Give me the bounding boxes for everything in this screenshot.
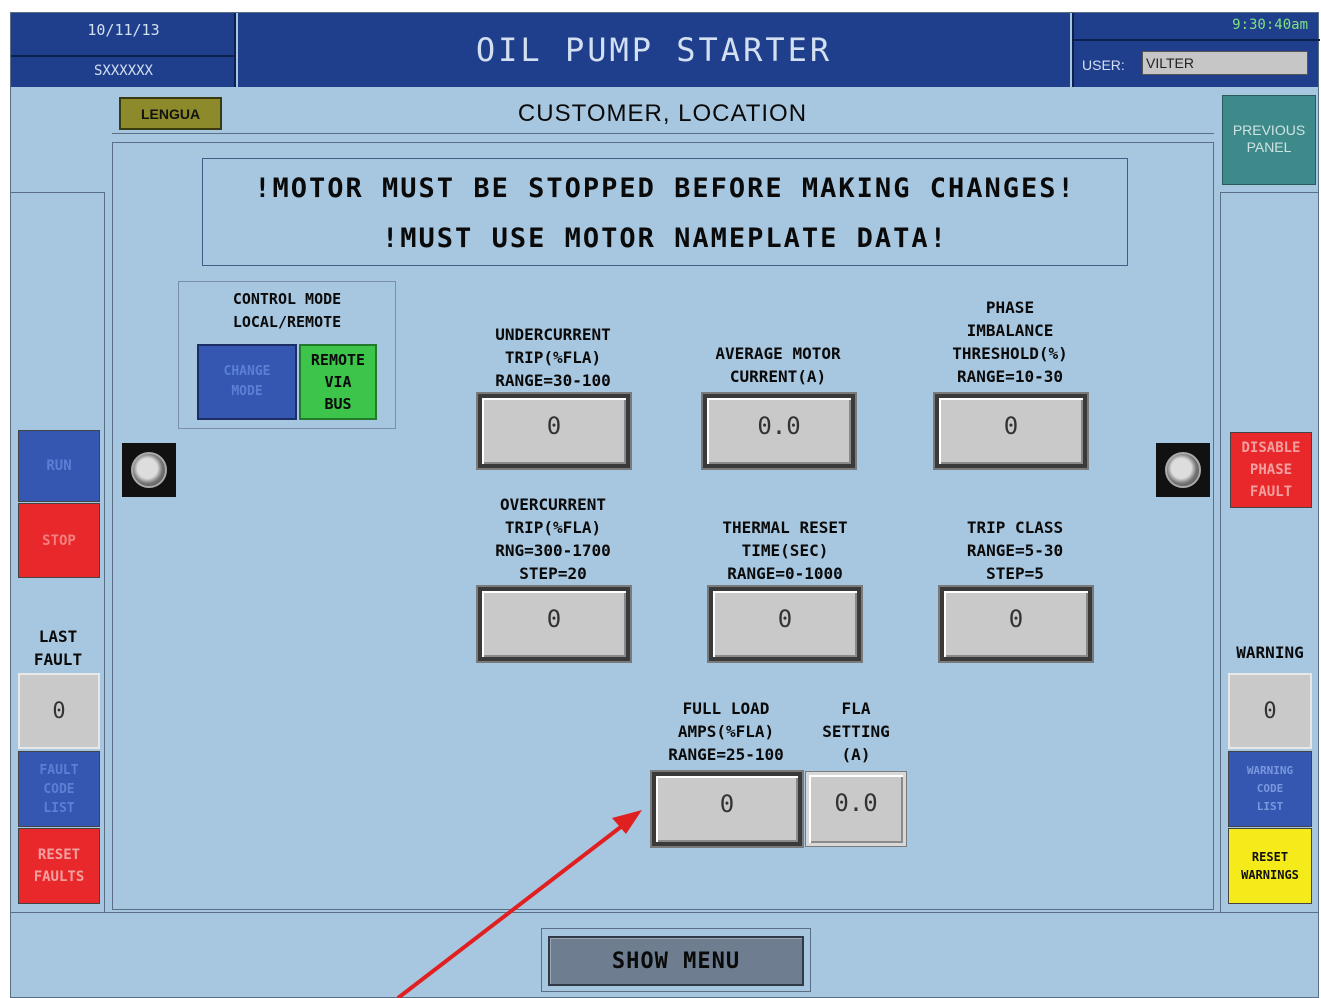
annotation-arrow-icon	[396, 810, 642, 998]
